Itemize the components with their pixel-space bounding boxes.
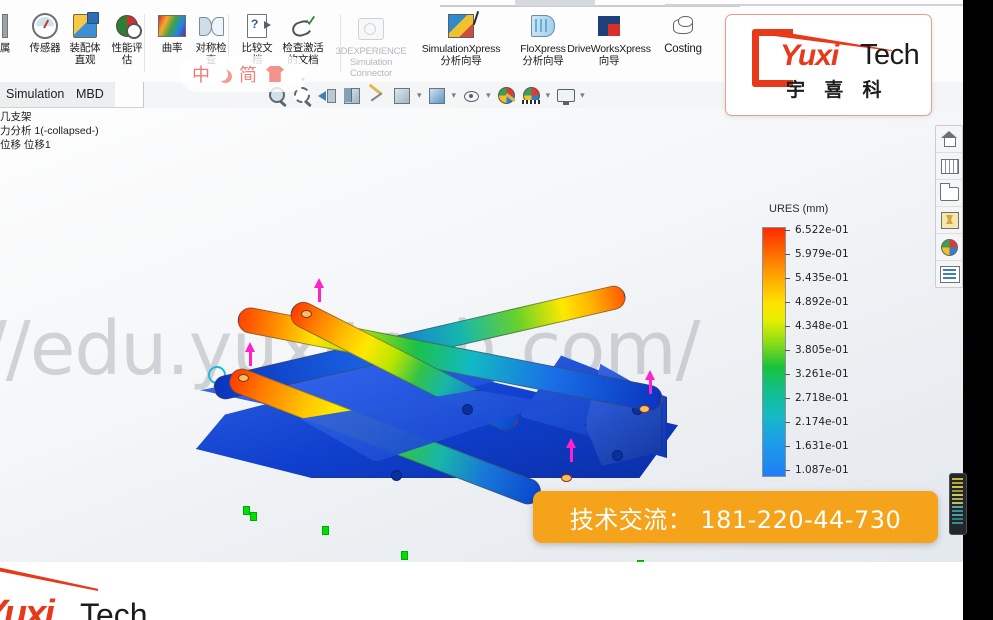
feature-tree[interactable]: 几支架 力分析 1(-collapsed-) 位移 位移1 — [0, 110, 160, 152]
legend-tick: 1.087e-01 — [785, 463, 849, 477]
legend-tick: 3.261e-01 — [785, 367, 849, 381]
bottom-logo: Yuxi Tech — [0, 565, 222, 620]
check-active-document-icon — [272, 11, 334, 41]
link-end-hole — [561, 474, 572, 482]
view-orientation-icon[interactable] — [391, 85, 413, 105]
tab-mbd[interactable]: MBD — [64, 82, 117, 108]
ribbon-label-3dexperience-connector: 3DEXPERIENCE Simulation Connector — [335, 46, 407, 79]
screen-right-black-band — [963, 0, 993, 620]
tab-overflow[interactable] — [115, 82, 144, 108]
edit-appearance-icon[interactable] — [495, 85, 517, 105]
ribbon-button-simulationxpress[interactable]: SimulationXpress 分析向导 — [414, 11, 508, 79]
previous-view-icon[interactable] — [316, 85, 338, 105]
feature-tree-item[interactable]: 位移 位移1 — [0, 138, 160, 152]
chevron-down-icon[interactable]: ▾ — [486, 90, 491, 101]
task-pane-dock — [935, 125, 963, 288]
view-toolbar: ▾ ▾ ▾ ▾ ▾ — [266, 83, 586, 107]
feature-tree-item[interactable]: 力分析 1(-collapsed-) — [0, 124, 160, 138]
display-style-icon[interactable] — [426, 85, 448, 105]
ribbon-label-driveworksxpress: DriveWorksXpress 向导 — [567, 43, 651, 67]
legend-tick: 2.718e-01 — [785, 391, 849, 405]
brand-logo-mark: Yuxi Tech — [752, 25, 927, 87]
legend-tick: 2.174e-01 — [785, 415, 849, 429]
link-mid-pin — [462, 404, 473, 415]
ribbon-label-simulationxpress: SimulationXpress 分析向导 — [421, 43, 501, 67]
link-end-hole — [301, 310, 312, 318]
fixture-symbol — [401, 551, 408, 560]
ribbon-label-costing: Costing — [664, 43, 702, 55]
logo-text-tech: Tech — [860, 39, 920, 71]
task-pane-scenes-button[interactable] — [936, 234, 962, 261]
load-arrow — [566, 438, 576, 462]
fixture-symbol — [322, 526, 329, 535]
bottom-logo-text-tech: Tech — [80, 597, 148, 620]
moon-icon — [215, 68, 228, 81]
results-legend: URES (mm) 6.522e-01 5.979e-01 5.435e-01 … — [755, 203, 875, 477]
3dexperience-connector-icon — [326, 14, 416, 44]
legend-tick: 4.348e-01 — [785, 319, 849, 333]
simulation-model — [0, 108, 760, 620]
base-pivot-pin — [612, 450, 623, 461]
fixture-symbol — [243, 506, 250, 515]
ribbon-button-driveworksxpress[interactable]: DriveWorksXpress 向导 — [557, 11, 661, 79]
brand-logo-card: Yuxi Tech 宇 喜 科 — [725, 14, 932, 116]
section-view-icon[interactable] — [341, 85, 363, 105]
overlay-mini-panel[interactable] — [949, 473, 967, 535]
task-pane-appearances-button[interactable] — [936, 207, 962, 234]
shirt-icon — [266, 66, 284, 82]
measure-icon[interactable] — [366, 83, 388, 105]
link-end-hole — [238, 374, 249, 382]
graphics-area[interactable]: //edu.yuxitech.com/ — [0, 108, 993, 620]
view-settings-icon[interactable] — [554, 85, 576, 105]
bottom-brand-strip: Yuxi Tech SOLIDWORKS 运动仿真课程 — [0, 562, 993, 620]
link-mid-pin — [391, 470, 402, 481]
top-tab-stub[interactable] — [515, 0, 595, 6]
legend-tick: 5.435e-01 — [785, 271, 849, 285]
load-arrow — [645, 370, 655, 394]
legend-color-bar — [762, 227, 786, 477]
simulationxpress-icon — [414, 11, 508, 41]
language-option-zh[interactable]: 中 — [192, 61, 210, 87]
bottom-logo-text-yuxi: Yuxi — [0, 593, 55, 620]
legend-tick: 5.979e-01 — [785, 247, 849, 261]
logo-text-yuxi: Yuxi — [780, 39, 839, 72]
task-pane-home-button[interactable] — [936, 126, 962, 153]
task-pane-design-library-button[interactable] — [936, 153, 962, 180]
hide-show-items-icon[interactable] — [460, 85, 482, 105]
ribbon-button-3dexperience-connector: 3DEXPERIENCE Simulation Connector — [326, 14, 416, 82]
feature-tree-item[interactable]: 几支架 — [0, 110, 160, 124]
contact-banner-text: 技术交流： 181-220-44-730 — [569, 505, 902, 534]
chevron-down-icon[interactable]: ▾ — [546, 90, 551, 101]
solidworks-window: 属 传感器 装配体 直观 性能评 估 曲率 对称检 查 比较文 档 — [0, 0, 993, 620]
ribbon-button-costing[interactable]: Costing — [653, 11, 713, 79]
load-arrow — [314, 278, 324, 302]
window-top-strip — [0, 0, 993, 8]
legend-title: URES (mm) — [769, 203, 829, 215]
costing-icon — [653, 11, 713, 41]
chevron-down-icon[interactable]: ▾ — [417, 90, 422, 101]
link-end-hole — [639, 405, 650, 413]
driveworksxpress-icon — [557, 11, 661, 41]
task-pane-custom-properties-button[interactable] — [936, 261, 962, 287]
chevron-down-icon[interactable]: ▾ — [452, 90, 457, 101]
legend-tick: 3.805e-01 — [785, 343, 849, 357]
language-switch-pill[interactable]: 中 简 — [180, 56, 307, 92]
language-option-simplified[interactable]: 简 — [239, 61, 257, 87]
apply-scene-icon[interactable] — [520, 85, 542, 105]
legend-tick: 6.522e-01 — [785, 223, 849, 237]
task-pane-file-explorer-button[interactable] — [936, 180, 962, 207]
logo-text-chinese: 宇 喜 科 — [786, 80, 889, 101]
fixture-symbol — [250, 512, 257, 521]
chevron-down-icon[interactable]: ▾ — [580, 90, 585, 101]
legend-ticks: 6.522e-01 5.979e-01 5.435e-01 4.892e-01 … — [785, 223, 875, 479]
top-divider-right — [665, 4, 993, 6]
load-arrow — [245, 342, 255, 366]
contact-banner: 技术交流： 181-220-44-730 — [533, 491, 938, 543]
bottom-logo-sweep — [0, 565, 98, 591]
legend-tick: 1.631e-01 — [785, 439, 849, 453]
legend-tick: 4.892e-01 — [785, 295, 849, 309]
